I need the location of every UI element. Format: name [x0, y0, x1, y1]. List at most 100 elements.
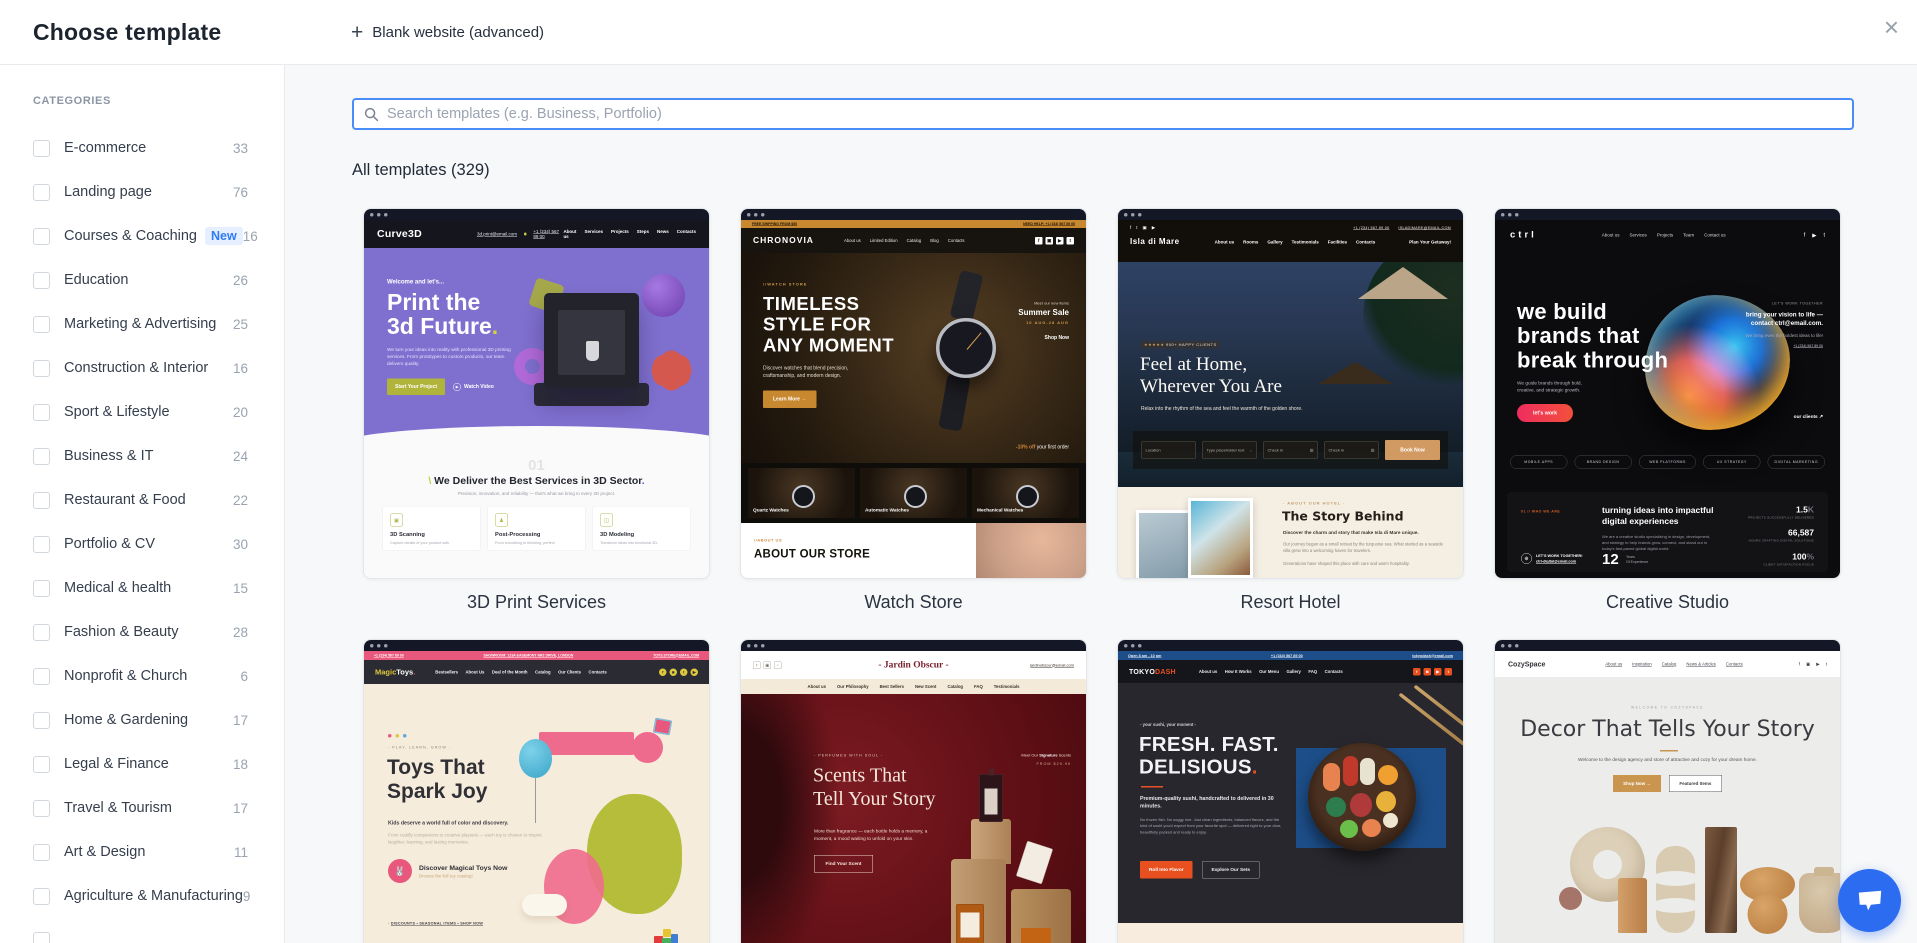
checkbox[interactable]: [33, 140, 50, 157]
social-icons: f▣▶t: [1035, 237, 1074, 245]
dialog-header: Choose template + Blank website (advance…: [0, 0, 1917, 65]
checkbox[interactable]: [33, 932, 50, 943]
thumb-headline: Toys ThatSpark Joy: [387, 755, 487, 803]
thumb-nav: About usLimited EditionCatalogBlogContac…: [844, 238, 965, 243]
sidebar-item-business-it[interactable]: Business & IT24: [33, 438, 284, 474]
template-card-resort-hotel[interactable]: ft▣▶ +1 (234) 567 89 00ISLADIMARE@EMAIL.…: [1117, 208, 1464, 613]
thumb-cta-secondary: Featured Items: [1669, 775, 1722, 792]
thumb-logo: Isla di Mare: [1130, 238, 1180, 247]
thumb-cta: Shop Now →: [1613, 775, 1661, 792]
checkbox[interactable]: [33, 360, 50, 377]
checkbox[interactable]: [33, 756, 50, 773]
search-icon: [364, 107, 379, 122]
checkbox[interactable]: [33, 888, 50, 905]
category-label: Portfolio & CV: [64, 536, 155, 552]
sidebar-item-legal-finance[interactable]: Legal & Finance18: [33, 746, 284, 782]
template-card-watch-store[interactable]: FREE SHIPPING FROM $50NEED HELP: +1 (234…: [740, 208, 1087, 613]
chat-widget-button[interactable]: [1838, 869, 1901, 932]
sidebar-item-portfolio-cv[interactable]: Portfolio & CV30: [33, 526, 284, 562]
checkbox[interactable]: [33, 316, 50, 333]
sidebar-item-construction-interior[interactable]: Construction & Interior16: [33, 350, 284, 386]
thumb-nav: About usRoomsGalleryTestimonialsFaciliti…: [1215, 240, 1376, 245]
sidebar-item-sport-lifestyle[interactable]: Sport & Lifestyle20: [33, 394, 284, 430]
close-icon[interactable]: ×: [1884, 14, 1899, 40]
checkbox[interactable]: [33, 668, 50, 685]
thumb-kicker: Welcome and let's...: [387, 278, 527, 285]
category-count: 6: [240, 669, 248, 684]
page-title: Choose template: [33, 19, 221, 46]
template-title: 3D Print Services: [363, 592, 710, 613]
checkbox[interactable]: [33, 448, 50, 465]
category-label: Education: [64, 272, 129, 288]
sidebar-item-courses-coaching[interactable]: Courses & CoachingNew16: [33, 218, 284, 254]
checkbox[interactable]: [33, 800, 50, 817]
template-thumbnail: ft▣▶ +1 (234) 567 89 00ISLADIMARE@EMAIL.…: [1117, 208, 1464, 579]
thumb-logo: Curve3D: [377, 228, 422, 240]
template-card-perfume-store[interactable]: f▣▫ - Jardin Obscur - jardinobscur@email…: [740, 639, 1087, 943]
thumb-cta: Find Your Scent: [814, 855, 873, 873]
category-label: E-commerce: [64, 140, 146, 156]
browser-chrome: [1495, 209, 1840, 220]
checkbox[interactable]: [33, 580, 50, 597]
category-count: 26: [233, 273, 248, 288]
browser-chrome: [1118, 209, 1463, 220]
sidebar-item-art-design[interactable]: Art & Design11: [33, 834, 284, 870]
template-card-decor-store[interactable]: CozySpace About usInspirationCatalogNews…: [1494, 639, 1841, 943]
sidebar-item-home-gardening[interactable]: Home & Gardening17: [33, 702, 284, 738]
checkbox[interactable]: [33, 272, 50, 289]
bunny-icon: 🐰: [388, 859, 412, 883]
template-thumbnail: ctrl About usServicesProjectsTeamContact…: [1494, 208, 1841, 579]
search-bar[interactable]: [352, 98, 1854, 130]
play-icon: ▶: [453, 383, 461, 391]
category-count: 28: [233, 625, 248, 640]
template-thumbnail: Open 8 am - 10 pm+1 (234) 567 89 00tokyo…: [1117, 639, 1464, 943]
sidebar-item-marketing-advertising[interactable]: Marketing & Advertising25: [33, 306, 284, 342]
thumb-logo: CozySpace: [1508, 660, 1545, 668]
thumb-nav: About usInspirationCatalogNews & Article…: [1605, 662, 1742, 667]
checkbox[interactable]: [33, 844, 50, 861]
new-badge: New: [205, 227, 243, 245]
templates-grid: Curve3D 3d.print@email.com+1 (234) 567 8…: [363, 208, 1854, 943]
browser-chrome: [1495, 640, 1840, 651]
checkbox[interactable]: [33, 492, 50, 509]
template-card-toys-store[interactable]: +1 (234) 567 89 00SHOWROOM: 123A EASEMON…: [363, 639, 710, 943]
sidebar-item-nonprofit-church[interactable]: Nonprofit & Church6: [33, 658, 284, 694]
category-count: 17: [233, 801, 248, 816]
globe-icon: ⊕: [1521, 553, 1532, 564]
sidebar-item-restaurant-food[interactable]: Restaurant & Food22: [33, 482, 284, 518]
category-label: Agriculture & Manufacturing: [64, 888, 243, 904]
category-label: Sport & Lifestyle: [64, 404, 170, 420]
social-icons: f▶t: [1804, 232, 1825, 239]
category-label: Legal & Finance: [64, 756, 169, 772]
sidebar-item-agriculture-manufacturing[interactable]: Agriculture & Manufacturing9: [33, 878, 284, 914]
checkbox[interactable]: [33, 536, 50, 553]
checkbox[interactable]: [33, 624, 50, 641]
template-card-3d-print-services[interactable]: Curve3D 3d.print@email.com+1 (234) 567 8…: [363, 208, 710, 613]
template-card-creative-studio[interactable]: ctrl About usServicesProjectsTeamContact…: [1494, 208, 1841, 613]
template-card-sushi-delivery[interactable]: Open 8 am - 10 pm+1 (234) 567 89 00tokyo…: [1117, 639, 1464, 943]
sidebar-item-travel-tourism[interactable]: Travel & Tourism17: [33, 790, 284, 826]
checkbox[interactable]: [33, 184, 50, 201]
sidebar-item-fashion-beauty[interactable]: Fashion & Beauty28: [33, 614, 284, 650]
thumb-phone: +1 (234) 567 89 00: [533, 229, 563, 239]
blank-website-button[interactable]: + Blank website (advanced): [351, 22, 544, 43]
category-count: 17: [233, 713, 248, 728]
template-thumbnail: CozySpace About usInspirationCatalogNews…: [1494, 639, 1841, 943]
checkbox[interactable]: [33, 712, 50, 729]
search-input[interactable]: [387, 106, 1842, 122]
checkbox[interactable]: [33, 404, 50, 421]
category-label: Courses & Coaching: [64, 228, 197, 244]
sidebar-item-partial[interactable]: [33, 922, 284, 943]
sidebar-item-e-commerce[interactable]: E-commerce33: [33, 130, 284, 166]
thumb-headline: FRESH. FAST.DELISIOUS.: [1139, 733, 1279, 778]
thumb-cta: Book Now: [1385, 440, 1440, 460]
plus-icon: +: [351, 22, 363, 43]
browser-chrome: [741, 640, 1086, 651]
sidebar-item-medical-health[interactable]: Medical & health15: [33, 570, 284, 606]
sidebar-item-landing-page[interactable]: Landing page 76: [33, 174, 284, 210]
checkbox[interactable]: [33, 228, 50, 245]
thumb-headline: TIMELESSSTYLE FORANY MOMENT: [763, 294, 894, 356]
sidebar-item-education[interactable]: Education 26: [33, 262, 284, 298]
category-label: Landing page: [64, 184, 152, 200]
category-count: 76: [233, 185, 248, 200]
